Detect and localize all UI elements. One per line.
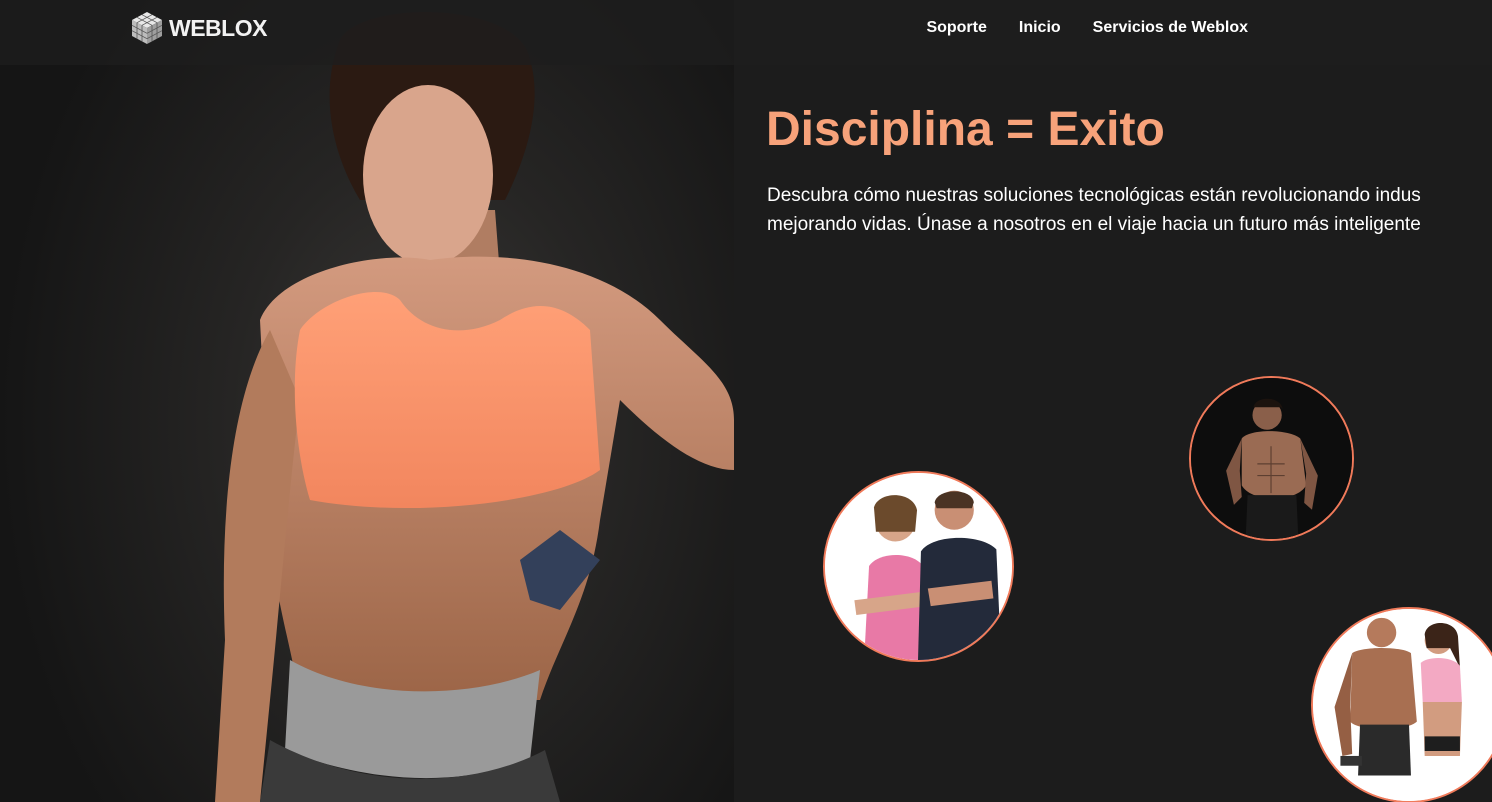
- nav-link-soporte[interactable]: Soporte: [926, 19, 986, 37]
- nav-link-inicio[interactable]: Inicio: [1019, 19, 1061, 37]
- intro-line-2: mejorando vidas. Únase a nosotros en el …: [767, 214, 1421, 235]
- brand-name: WEBLOX: [169, 14, 267, 41]
- bodybuilder-photo-circle: [1189, 376, 1354, 541]
- cube-logo-icon: [131, 12, 163, 44]
- hero-intro-text: Descubra cómo nuestras soluciones tecnol…: [767, 181, 1492, 239]
- fitness-couple-photo-circle: [1311, 607, 1492, 802]
- intro-line-1: Descubra cómo nuestras soluciones tecnol…: [767, 185, 1421, 206]
- top-navbar: WEBLOX Soporte Inicio Servicios de Weblo…: [0, 0, 1492, 65]
- brand-logo[interactable]: WEBLOX: [130, 10, 267, 46]
- couple-photo-circle: [823, 471, 1014, 662]
- hero-fitness-photo: [0, 0, 734, 802]
- nav-link-servicios[interactable]: Servicios de Weblox: [1093, 19, 1248, 37]
- main-nav: Soporte Inicio Servicios de Weblox: [926, 19, 1248, 37]
- hero-headline: Disciplina = Exito: [766, 103, 1165, 156]
